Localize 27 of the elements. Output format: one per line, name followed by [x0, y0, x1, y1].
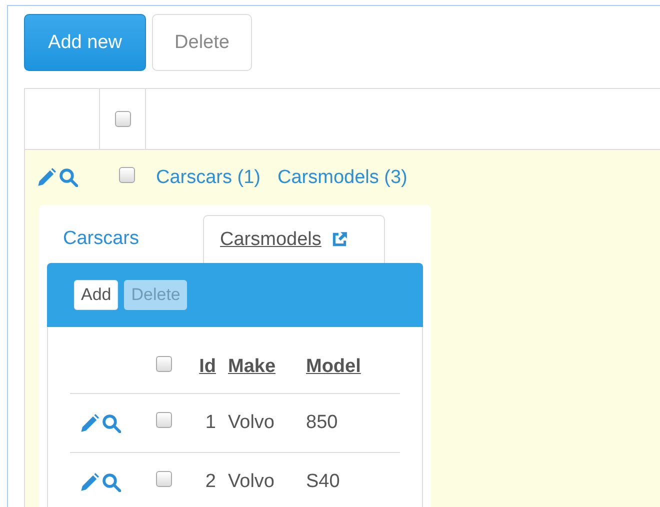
- button[interactable]: Add new: [24, 14, 146, 71]
- table-cell: 850: [306, 412, 338, 433]
- table-cell: S40: [306, 471, 340, 492]
- button[interactable]: Add: [74, 280, 118, 310]
- button[interactable]: Delete: [152, 14, 252, 71]
- pencil-icon[interactable]: [80, 414, 99, 432]
- checkbox[interactable]: [156, 471, 172, 487]
- search-icon[interactable]: [102, 472, 121, 492]
- checkbox[interactable]: [119, 166, 135, 182]
- table-cell: Volvo: [228, 412, 274, 433]
- external-link-icon[interactable]: [331, 231, 348, 248]
- checkbox[interactable]: [156, 356, 172, 372]
- table-cell: Volvo: [228, 471, 274, 492]
- column-header[interactable]: Make: [228, 356, 276, 377]
- column-header[interactable]: Id: [199, 356, 216, 377]
- link[interactable]: Carsmodels (3): [278, 166, 408, 188]
- search-icon[interactable]: [102, 414, 121, 432]
- table-cell: 1: [205, 412, 216, 433]
- column-header[interactable]: Model: [306, 356, 361, 377]
- checkbox[interactable]: [114, 111, 130, 127]
- pencil-icon[interactable]: [80, 472, 99, 492]
- search-icon[interactable]: [59, 168, 78, 187]
- tab[interactable]: Carscars: [47, 215, 203, 263]
- link[interactable]: Carscars (1): [156, 166, 261, 188]
- pencil-icon[interactable]: [37, 168, 56, 187]
- checkbox[interactable]: [156, 412, 172, 428]
- table-cell: 2: [205, 471, 216, 492]
